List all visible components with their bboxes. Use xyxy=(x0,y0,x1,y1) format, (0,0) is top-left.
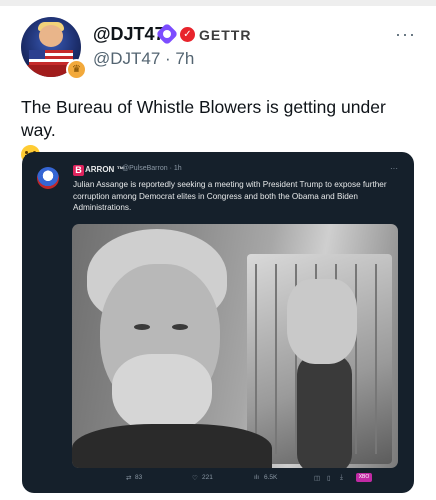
retweet-count: 83 xyxy=(135,474,143,481)
embed-avatar[interactable] xyxy=(37,167,59,189)
retweet-icon: ⇄ xyxy=(126,475,132,482)
post-text-body: The Bureau of Whistle Blowers is getting… xyxy=(21,97,386,140)
bookmark-icon: ▯ xyxy=(327,475,331,482)
more-options-icon[interactable]: ··· xyxy=(395,24,416,45)
photo-fist xyxy=(287,279,357,364)
views-icon: ılı xyxy=(254,474,260,481)
username[interactable]: @DJT47 xyxy=(93,24,165,45)
camera-icon: ◫ xyxy=(314,475,321,482)
photo-eye-right xyxy=(172,324,188,330)
photo-eye-left xyxy=(134,324,150,330)
photo-beard xyxy=(112,354,212,434)
embed-author-handle: @PulseBarron · 1h xyxy=(122,165,182,172)
gettr-logo-icon: ✓ xyxy=(180,27,195,42)
photo-body xyxy=(72,424,272,468)
embed-author-badge: B xyxy=(73,165,84,176)
like-count: 221 xyxy=(202,474,213,481)
platform-label: GETTR xyxy=(199,27,252,43)
xbo-badge: XBO xyxy=(356,473,372,482)
embed-text: Julian Assange is reportedly seeking a m… xyxy=(73,180,387,212)
download-icon: ⤓ xyxy=(340,474,343,481)
views-count: 6.5K xyxy=(264,474,278,481)
like-icon: ♡ xyxy=(192,475,198,482)
embed-more-icon: ··· xyxy=(390,164,398,173)
avatar-face xyxy=(39,25,63,47)
avatar-badge-icon: ♛ xyxy=(66,59,87,80)
embed-photo[interactable] xyxy=(72,224,398,468)
photo-arm xyxy=(297,354,352,468)
embedded-post-image[interactable]: B ARRON ™ @PulseBarron · 1h ··· Julian A… xyxy=(22,152,414,493)
top-bar xyxy=(0,0,436,6)
embed-action-bar: ⇄ 83 ♡ 221 ılı 6.5K ◫ ▯ ⤓ XBO xyxy=(22,473,414,488)
handle-and-time[interactable]: @DJT47 · 7h xyxy=(93,49,194,69)
embed-author-name[interactable]: ARRON ™ xyxy=(85,165,125,174)
